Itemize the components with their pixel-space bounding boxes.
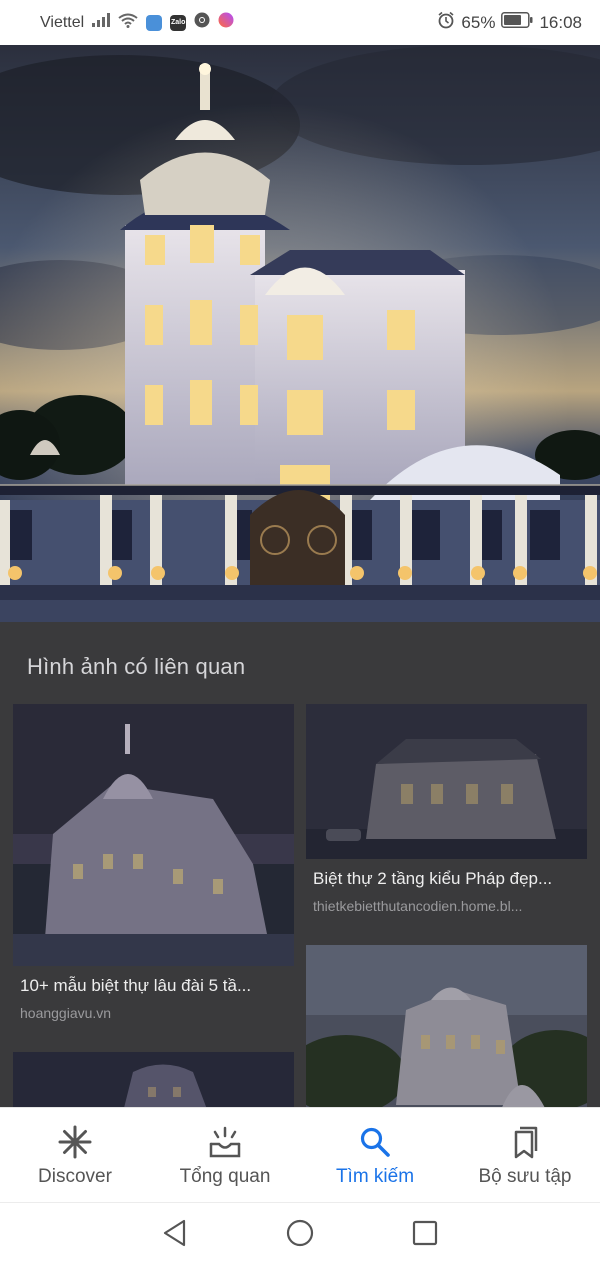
nav-overview[interactable]: Tổng quan xyxy=(150,1108,300,1202)
battery-icon xyxy=(501,12,533,33)
signal-icon xyxy=(92,13,111,32)
collections-icon xyxy=(514,1126,538,1159)
related-image[interactable] xyxy=(306,945,587,1107)
nav-collections[interactable]: Bộ sưu tập xyxy=(450,1108,600,1202)
nav-label: Bộ sưu tập xyxy=(478,1166,572,1187)
carrier-name: Viettel xyxy=(40,13,85,31)
nav-label: Discover xyxy=(38,1166,112,1187)
home-icon[interactable] xyxy=(285,1218,315,1253)
status-bar: Viettel Zalo 65% 16:08 xyxy=(0,0,600,45)
related-image-card[interactable]: Biệt thự 2 tầng kiểu Pháp đẹp... thietke… xyxy=(306,704,587,919)
back-icon[interactable] xyxy=(160,1218,190,1253)
related-image-card[interactable]: 10+ mẫu biệt thự lâu đài 5 tầ... hoanggi… xyxy=(13,704,294,1029)
nav-label: Tổng quan xyxy=(179,1166,271,1187)
system-navigation-bar xyxy=(0,1202,600,1267)
messenger-icon xyxy=(218,12,234,33)
related-image-card[interactable] xyxy=(13,1052,294,1107)
related-image[interactable] xyxy=(306,704,587,859)
wifi-icon xyxy=(118,13,138,33)
bottom-navigation: Discover Tổng quan Tìm kiếm Bộ sưu tập xyxy=(0,1107,600,1202)
card-title[interactable]: Biệt thự 2 tầng kiểu Pháp đẹp... xyxy=(313,869,585,889)
battery-percent: 65% xyxy=(461,12,496,32)
related-image[interactable] xyxy=(13,1052,294,1107)
recents-icon[interactable] xyxy=(410,1218,440,1253)
nav-search[interactable]: Tìm kiếm xyxy=(300,1108,450,1202)
alarm-icon xyxy=(437,11,455,34)
files-icon xyxy=(146,14,163,31)
related-image[interactable] xyxy=(13,704,294,966)
related-images-section: Hình ảnh có liên quan 10+ mẫu biệt thự l… xyxy=(0,622,600,1107)
clock: 16:08 xyxy=(539,12,582,32)
nav-label: Tìm kiếm xyxy=(335,1166,415,1187)
chrome-icon xyxy=(194,12,210,33)
updates-icon xyxy=(209,1126,241,1158)
card-source: hoanggiavu.vn xyxy=(20,1005,112,1021)
zalo-icon: Zalo xyxy=(170,14,187,31)
section-title: Hình ảnh có liên quan xyxy=(27,654,246,679)
card-source: thietkebietthutancodien.home.bl... xyxy=(313,898,523,914)
villa-photo[interactable] xyxy=(0,45,600,622)
search-icon xyxy=(360,1127,390,1157)
card-title[interactable]: 10+ mẫu biệt thự lâu đài 5 tầ... xyxy=(20,976,290,996)
asterisk-icon xyxy=(58,1125,92,1159)
related-image-card[interactable] xyxy=(306,945,587,1107)
nav-discover[interactable]: Discover xyxy=(0,1108,150,1202)
